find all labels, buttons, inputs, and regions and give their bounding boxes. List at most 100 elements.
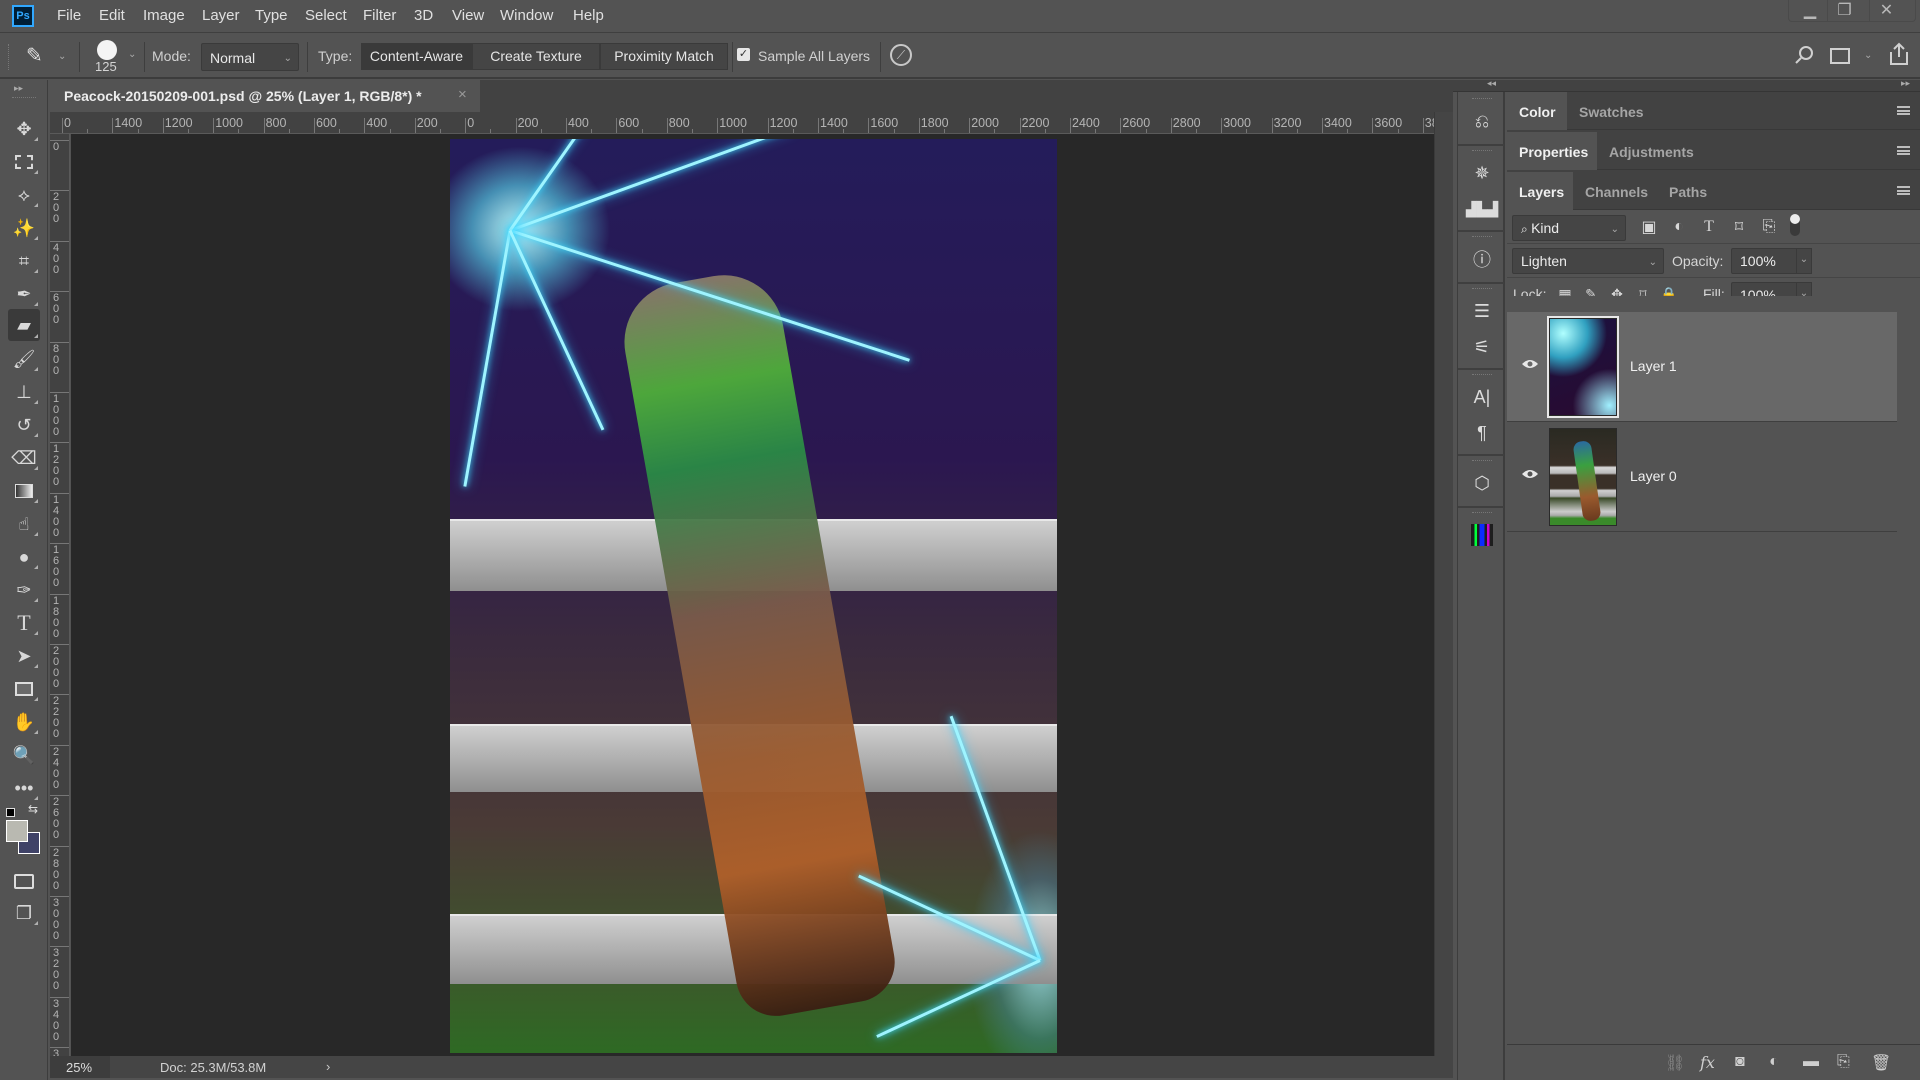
- tab-paths[interactable]: Paths: [1657, 172, 1719, 210]
- eyedropper-tool[interactable]: ✒: [8, 279, 40, 309]
- type-create-texture-button[interactable]: Create Texture: [472, 43, 600, 70]
- pen-tool[interactable]: ✑: [8, 575, 40, 605]
- magic-wand-tool[interactable]: ✨: [8, 213, 40, 243]
- document-tab[interactable]: Peacock-20150209-001.psd @ 25% (Layer 1,…: [50, 80, 480, 112]
- minimize-button[interactable]: ▁: [1793, 0, 1827, 22]
- menu-image[interactable]: Image: [143, 7, 185, 24]
- tool-preset-chevron-icon[interactable]: ⌄: [58, 51, 66, 62]
- brush-angle-icon[interactable]: ⟋: [890, 44, 912, 66]
- tab-properties[interactable]: Properties: [1507, 132, 1597, 170]
- new-group-icon[interactable]: ▬: [1803, 1053, 1819, 1071]
- link-layers-icon[interactable]: ⛓: [1665, 1053, 1685, 1073]
- menu-file[interactable]: File: [57, 7, 81, 24]
- rectangle-tool[interactable]: [8, 674, 40, 704]
- gradient-tool[interactable]: [8, 476, 40, 506]
- navigator-panel-button[interactable]: ✵: [1466, 158, 1498, 188]
- vertical-scrollbar[interactable]: [1434, 112, 1453, 1056]
- rectangular-marquee-tool[interactable]: [8, 147, 40, 177]
- menu-window[interactable]: Window: [500, 7, 553, 24]
- paragraph-panel-button[interactable]: ¶: [1466, 418, 1498, 448]
- opacity-slider-toggle[interactable]: ⌄: [1796, 248, 1812, 274]
- close-window-button[interactable]: ✕: [1869, 0, 1903, 22]
- blend-mode-select[interactable]: Lighten ⌄: [1512, 248, 1664, 274]
- clone-stamp-tool[interactable]: ⊥: [8, 377, 40, 407]
- history-brush-tool[interactable]: ↺: [8, 410, 40, 440]
- panel-menu-icon[interactable]: [1897, 186, 1910, 195]
- brush-picker-chevron-icon[interactable]: ⌄: [128, 49, 136, 60]
- 3d-panel-button[interactable]: ⬡: [1466, 468, 1498, 498]
- history-panel-button[interactable]: ⎌: [1466, 106, 1498, 136]
- layer-name[interactable]: Layer 0: [1630, 468, 1677, 484]
- menu-layer[interactable]: Layer: [202, 7, 240, 24]
- visibility-eye-icon[interactable]: [1521, 468, 1539, 480]
- layer-row[interactable]: Layer 0: [1507, 422, 1897, 532]
- tab-layers[interactable]: Layers: [1507, 172, 1573, 210]
- filter-type-layers-icon[interactable]: T: [1698, 216, 1720, 238]
- histogram-panel-button[interactable]: ▟▙▟: [1466, 194, 1498, 224]
- measurement-panel-button[interactable]: [1466, 520, 1498, 550]
- brush-presets-panel-button[interactable]: ☰: [1466, 296, 1498, 326]
- panel-menu-icon[interactable]: [1897, 106, 1910, 115]
- brush-tool[interactable]: 🖌: [8, 344, 40, 374]
- panel-menu-icon[interactable]: [1897, 146, 1910, 155]
- zoom-level-field[interactable]: 25%: [50, 1056, 110, 1078]
- smudge-tool[interactable]: ☝: [8, 509, 40, 539]
- dodge-tool[interactable]: ●: [8, 542, 40, 572]
- menu-view[interactable]: View: [452, 7, 484, 24]
- spot-healing-brush-tool[interactable]: ▰: [8, 309, 40, 341]
- search-button[interactable]: [1794, 44, 1814, 66]
- workspace-icon[interactable]: [1830, 48, 1850, 64]
- filter-kind-select[interactable]: ⌕ Kind ⌄: [1512, 215, 1626, 241]
- path-selection-tool[interactable]: ➤: [8, 641, 40, 671]
- menu-filter[interactable]: Filter: [363, 7, 396, 24]
- menu-help[interactable]: Help: [573, 7, 604, 24]
- brush-preview-icon[interactable]: [97, 40, 117, 60]
- filter-toggle[interactable]: [1790, 214, 1800, 236]
- type-proximity-match-button[interactable]: Proximity Match: [600, 43, 728, 70]
- workspace-chevron-icon[interactable]: ⌄: [1864, 50, 1872, 61]
- adjustment-layer-icon[interactable]: ◐: [1769, 1053, 1779, 1071]
- layer-row[interactable]: Layer 1: [1507, 312, 1897, 422]
- tab-swatches[interactable]: Swatches: [1567, 92, 1651, 130]
- share-button[interactable]: [1888, 42, 1910, 66]
- canvas-area[interactable]: [71, 134, 1434, 1056]
- sample-all-layers-checkbox[interactable]: ✓: [737, 48, 750, 61]
- filter-smart-objects-icon[interactable]: ⎘: [1758, 216, 1780, 238]
- restore-button[interactable]: ❐: [1827, 0, 1861, 22]
- filter-adjustment-layers-icon[interactable]: ◐: [1668, 216, 1690, 238]
- add-mask-icon[interactable]: ◙: [1735, 1053, 1745, 1071]
- status-menu-arrow-icon[interactable]: ›: [326, 1059, 330, 1074]
- polygonal-lasso-tool[interactable]: ⟡: [8, 180, 40, 210]
- quick-mask-button[interactable]: [8, 866, 40, 896]
- tab-channels[interactable]: Channels: [1573, 172, 1657, 210]
- new-layer-icon[interactable]: ⎘: [1837, 1053, 1850, 1071]
- tab-adjustments[interactable]: Adjustments: [1597, 132, 1705, 170]
- opacity-input[interactable]: 100%: [1731, 248, 1803, 274]
- info-panel-button[interactable]: ⓘ: [1466, 244, 1498, 274]
- menu-3d[interactable]: 3D: [414, 7, 433, 24]
- foreground-color-swatch[interactable]: [6, 820, 28, 842]
- screen-mode-button[interactable]: ❐: [8, 898, 40, 928]
- spot-healing-brush-icon[interactable]: ✎: [26, 43, 54, 71]
- fx-icon[interactable]: fx: [1700, 1053, 1715, 1072]
- eraser-tool[interactable]: ⌫: [8, 443, 40, 473]
- edit-toolbar-button[interactable]: •••: [8, 773, 40, 803]
- character-panel-button[interactable]: A|: [1466, 382, 1498, 412]
- menu-edit[interactable]: Edit: [99, 7, 125, 24]
- tab-color[interactable]: Color: [1507, 92, 1567, 130]
- type-tool[interactable]: T: [8, 608, 40, 638]
- mode-select[interactable]: Normal ⌄: [201, 43, 299, 71]
- close-document-icon[interactable]: ×: [458, 86, 467, 103]
- visibility-eye-icon[interactable]: [1521, 358, 1539, 370]
- layer-name[interactable]: Layer 1: [1630, 358, 1677, 374]
- zoom-tool[interactable]: 🔍: [8, 740, 40, 770]
- filter-shape-layers-icon[interactable]: ⌑: [1728, 216, 1750, 238]
- menu-select[interactable]: Select: [305, 7, 347, 24]
- hand-tool[interactable]: ✋: [8, 707, 40, 737]
- expand-dock-icon[interactable]: ◂◂: [1487, 78, 1496, 89]
- crop-tool[interactable]: ⌗: [8, 246, 40, 276]
- filter-pixel-layers-icon[interactable]: ▣: [1638, 216, 1660, 238]
- collapse-dock-icon[interactable]: ▸▸: [1901, 78, 1910, 89]
- type-content-aware-button[interactable]: Content-Aware: [361, 43, 472, 70]
- move-tool[interactable]: ✥: [8, 114, 40, 144]
